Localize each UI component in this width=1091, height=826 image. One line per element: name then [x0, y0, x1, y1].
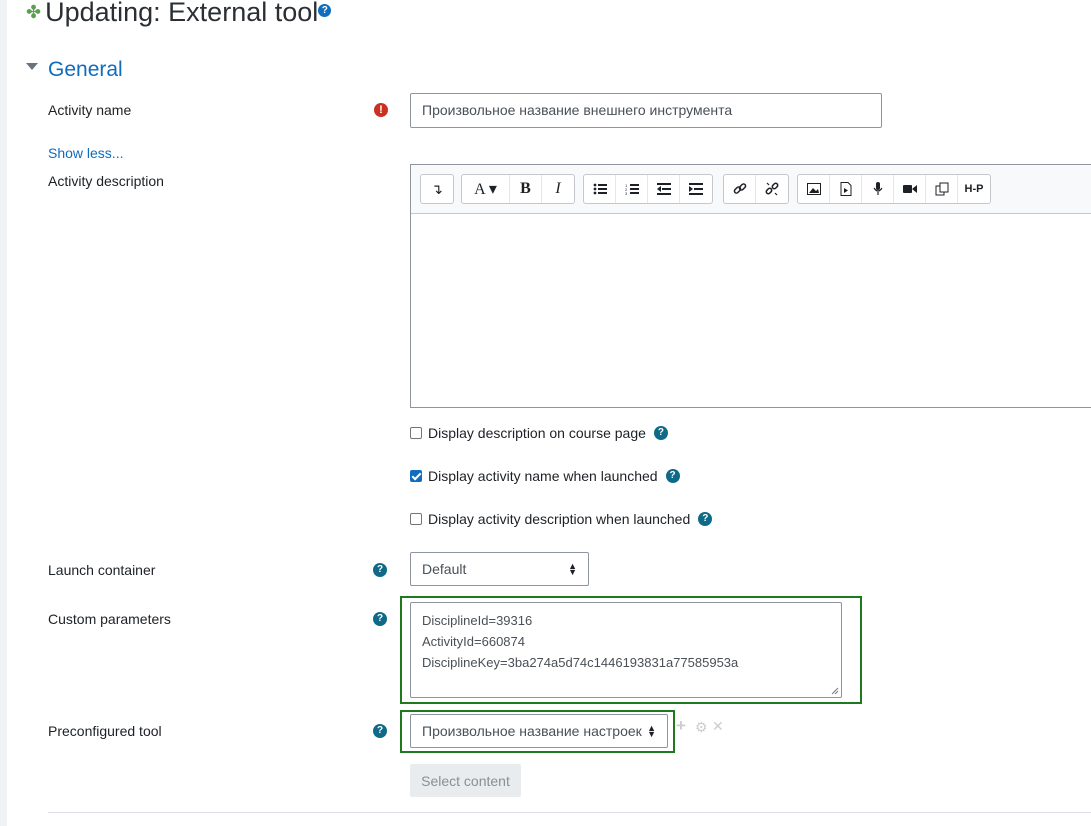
video-camera-icon[interactable] [894, 175, 926, 203]
param-line-1: DisciplineId=39316 [422, 613, 533, 628]
show-title-label: Display activity name when launched [428, 468, 658, 484]
collapse-chevron-icon[interactable] [26, 63, 38, 70]
preconfigured-tool-value: Произвольное название настроек [422, 723, 642, 739]
required-error-icon: ! [374, 103, 388, 117]
preconfigured-tool-label: Preconfigured tool [48, 723, 162, 739]
italic-icon[interactable]: I [542, 175, 574, 203]
help-icon[interactable]: ? [373, 563, 387, 577]
toolbar-group-links [723, 174, 789, 204]
checkbox-row-show-launch-description[interactable]: Display activity description when launch… [410, 511, 713, 527]
show-launch-description-checkbox[interactable] [410, 513, 422, 525]
image-icon[interactable] [798, 175, 830, 203]
param-line-2: ActivityId=660874 [422, 634, 525, 649]
help-icon[interactable]: ? [698, 512, 713, 526]
svg-text:3: 3 [625, 191, 628, 195]
activity-name-input[interactable]: Произвольное название внешнего инструмен… [410, 93, 882, 128]
launch-container-value: Default [422, 561, 467, 577]
page-title: Updating: External tool [45, 0, 319, 27]
launch-container-label: Launch container [48, 562, 156, 578]
custom-parameters-textarea[interactable]: DisciplineId=39316 ActivityId=660874 Dis… [410, 602, 842, 698]
title-help-icon[interactable]: ? [318, 4, 332, 18]
launch-container-select[interactable]: Default ▲ ▼ [410, 552, 589, 586]
media-file-icon[interactable] [830, 175, 862, 203]
select-arrows-icon: ▲ ▼ [568, 561, 577, 577]
add-tool-icon[interactable]: + [676, 716, 686, 736]
h5p-icon[interactable]: H-P [958, 175, 990, 203]
page-title-row: ✤ Updating: External tool? [26, 0, 332, 31]
delete-tool-icon[interactable]: ✕ [712, 718, 724, 735]
help-icon[interactable]: ? [653, 426, 668, 440]
section-divider [48, 812, 1091, 813]
toolbar-group-text: A ▾ B I [461, 174, 575, 204]
toolbar-group-media: H-P [797, 174, 991, 204]
custom-parameters-label: Custom parameters [48, 611, 171, 627]
resize-grip-icon[interactable] [831, 687, 839, 695]
show-launch-description-label: Display activity description when launch… [428, 511, 691, 527]
indent-icon[interactable] [680, 175, 712, 203]
param-line-3: DisciplineKey=3ba274a5d74c1446193831a775… [422, 655, 739, 670]
bullet-list-icon[interactable] [584, 175, 616, 203]
left-edge-bar [0, 0, 7, 826]
toolbar-group-collapse: ↴ [420, 174, 454, 204]
select-content-button[interactable]: Select content [410, 764, 521, 797]
preconfigured-tool-select[interactable]: Произвольное название настроек ▲ ▼ [410, 714, 668, 748]
gear-icon[interactable]: ⚙ [695, 719, 708, 736]
manage-files-icon[interactable] [926, 175, 958, 203]
link-icon[interactable] [724, 175, 756, 203]
select-arrows-icon: ▲ ▼ [647, 723, 656, 739]
editor-toolbar: ↴ A ▾ B I 123 H-P [411, 165, 1091, 214]
description-editor[interactable]: ↴ A ▾ B I 123 H-P [410, 164, 1091, 408]
help-icon[interactable]: ? [373, 612, 387, 626]
show-description-checkbox[interactable] [410, 427, 422, 439]
checkbox-row-show-title[interactable]: Display activity name when launched ? [410, 468, 680, 484]
puzzle-icon: ✤ [26, 2, 42, 22]
font-style-icon[interactable]: A ▾ [462, 175, 510, 203]
outdent-icon[interactable] [648, 175, 680, 203]
checkbox-row-show-description[interactable]: Display description on course page ? [410, 425, 668, 441]
collapse-toolbar-icon[interactable]: ↴ [421, 175, 453, 203]
activity-name-label: Activity name [48, 102, 132, 118]
numbered-list-icon[interactable]: 123 [616, 175, 648, 203]
unlink-icon[interactable] [756, 175, 788, 203]
help-icon[interactable]: ? [665, 469, 680, 483]
activity-description-label: Activity description [48, 173, 164, 189]
show-less-link[interactable]: Show less... [48, 145, 123, 161]
section-title-general[interactable]: General [48, 58, 123, 82]
show-title-checkbox[interactable] [410, 470, 422, 482]
microphone-icon[interactable] [862, 175, 894, 203]
bold-icon[interactable]: B [510, 175, 542, 203]
show-description-label: Display description on course page [428, 425, 646, 441]
toolbar-group-lists: 123 [583, 174, 713, 204]
help-icon[interactable]: ? [373, 724, 387, 738]
